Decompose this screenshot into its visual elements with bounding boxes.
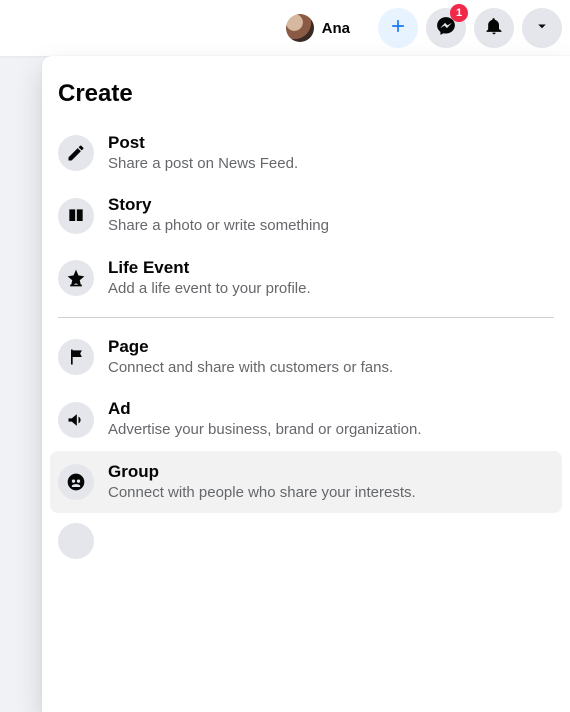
panel-title: Create — [50, 72, 562, 122]
avatar — [286, 14, 314, 42]
plus-icon — [388, 16, 408, 41]
profile-pill[interactable]: Ana — [282, 10, 360, 46]
item-subtitle: Connect with people who share your inter… — [108, 483, 554, 503]
create-item-life-event[interactable]: Life Event Add a life event to your prof… — [50, 247, 562, 309]
edit-icon — [58, 135, 94, 171]
item-subtitle: Advertise your business, brand or organi… — [108, 420, 554, 440]
profile-name: Ana — [322, 20, 350, 37]
create-item-story[interactable]: Story Share a photo or write something — [50, 184, 562, 246]
notifications-button[interactable] — [474, 8, 514, 48]
create-panel: Create Post Share a post on News Feed. S… — [42, 56, 570, 712]
item-subtitle: Connect and share with customers or fans… — [108, 358, 554, 378]
bell-icon — [484, 16, 504, 41]
pencil-icon — [58, 523, 94, 559]
item-title: Group — [108, 461, 554, 483]
create-item-group[interactable]: Group Connect with people who share your… — [50, 451, 562, 513]
create-item-post[interactable]: Post Share a post on News Feed. — [50, 122, 562, 184]
menu-divider — [58, 317, 554, 318]
account-menu-button[interactable] — [522, 8, 562, 48]
item-subtitle: Share a post on News Feed. — [108, 154, 554, 174]
top-bar: Ana 1 — [0, 0, 570, 56]
item-title: Page — [108, 336, 554, 358]
messenger-badge: 1 — [450, 4, 468, 22]
caret-down-icon — [533, 17, 551, 40]
item-title: Story — [108, 194, 554, 216]
messenger-button[interactable]: 1 — [426, 8, 466, 48]
megaphone-icon — [58, 402, 94, 438]
item-title: Ad — [108, 398, 554, 420]
item-subtitle: Add a life event to your profile. — [108, 279, 554, 299]
item-title: Post — [108, 132, 554, 154]
create-item-page[interactable]: Page Connect and share with customers or… — [50, 326, 562, 388]
flag-icon — [58, 339, 94, 375]
star-icon — [58, 260, 94, 296]
create-button[interactable] — [378, 8, 418, 48]
book-icon — [58, 198, 94, 234]
item-title: Life Event — [108, 257, 554, 279]
item-subtitle: Share a photo or write something — [108, 216, 554, 236]
create-item-ad[interactable]: Ad Advertise your business, brand or org… — [50, 388, 562, 450]
group-icon — [58, 464, 94, 500]
create-item-partial[interactable] — [50, 513, 562, 569]
